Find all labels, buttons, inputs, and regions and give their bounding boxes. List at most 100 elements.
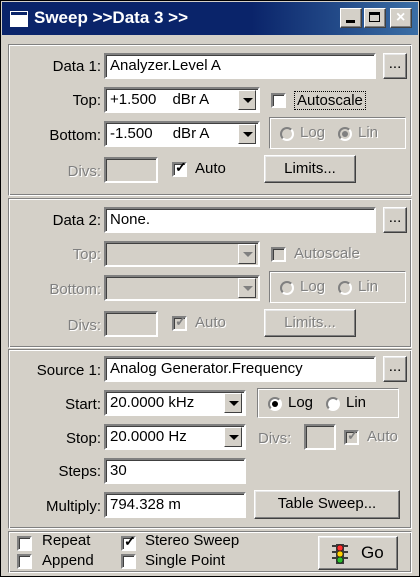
data1-autoscale-label: Autoscale (294, 91, 366, 110)
data1-bottom-value: -1.500 (110, 125, 153, 142)
window-icon (10, 11, 28, 27)
go-label: Go (361, 543, 384, 562)
data2-lin-radio[interactable] (338, 281, 352, 295)
data1-top-field[interactable]: +1.500 dBr A (104, 87, 260, 113)
data2-divs-input[interactable] (104, 311, 158, 337)
data2-log-label: Log (300, 278, 326, 295)
title-bar[interactable]: Sweep >>Data 3 >> × (2, 2, 418, 35)
data1-input[interactable]: Analyzer.Level A (104, 53, 376, 79)
single-point-label: Single Point (145, 552, 226, 569)
data1-divs-label: Divs: (67, 163, 101, 180)
data1-bottom-unit-dropdown[interactable] (238, 124, 256, 144)
data2-label: Data 2: (52, 212, 101, 229)
source1-lin-radio[interactable] (326, 397, 340, 411)
source1-steps-label: Steps: (58, 463, 101, 480)
data2-autoscale-label: Autoscale (294, 245, 360, 262)
data1-panel: Data 1: Analyzer.Level A ... Top: +1.500… (8, 44, 412, 196)
source1-stop-label: Stop: (65, 430, 101, 447)
source1-input[interactable]: Analog Generator.Frequency (104, 356, 376, 382)
data2-bottom-unit-dropdown[interactable] (238, 278, 256, 298)
source1-start-dropdown[interactable] (224, 393, 242, 413)
source1-scale-group: Log Lin (257, 388, 399, 418)
source1-log-label: Log (288, 394, 314, 411)
minimize-button[interactable] (340, 8, 362, 28)
repeat-label: Repeat (42, 532, 91, 549)
data1-bottom-label: Bottom: (49, 127, 101, 144)
source1-log-radio[interactable] (268, 397, 282, 411)
data2-panel: Data 2: None. ... Top: Autoscale Bottom:… (8, 198, 412, 348)
checkmark-icon: ✓ (175, 313, 187, 329)
checkmark-icon: ✓ (124, 533, 136, 549)
data2-top-field[interactable] (104, 241, 260, 267)
minimize-icon (346, 20, 355, 23)
data2-bottom-label: Bottom: (49, 281, 101, 298)
data1-bottom-unit: dBr A (172, 125, 210, 142)
source1-stop-field[interactable]: 20.0000 Hz (104, 424, 246, 450)
data2-input[interactable]: None. (104, 207, 376, 233)
options-panel: Repeat ✓ Stereo Sweep Append Single Poin… (8, 531, 412, 573)
data2-divs-label: Divs: (67, 317, 101, 334)
source1-auto-checkbox[interactable]: ✓ (344, 427, 359, 445)
data1-top-unit-dropdown[interactable] (238, 90, 256, 110)
single-point-checkbox[interactable] (121, 554, 136, 569)
go-button[interactable]: Go (318, 536, 398, 570)
sweep-window: Sweep >>Data 3 >> × Data 1: Analyzer.Lev… (0, 0, 420, 577)
data2-auto-label: Auto (195, 314, 226, 331)
source1-browse-button[interactable]: ... (383, 356, 407, 382)
data1-top-label: Top: (72, 92, 101, 109)
stereo-sweep-checkbox[interactable]: ✓ (121, 533, 136, 551)
append-label: Append (42, 552, 94, 569)
window-title: Sweep >>Data 3 >> (34, 8, 189, 27)
data1-bottom-field[interactable]: -1.500 dBr A (104, 121, 260, 147)
radio-dot-icon (272, 401, 278, 407)
data2-scale-group: Log Lin (269, 271, 406, 303)
source1-divs-input[interactable] (304, 424, 336, 450)
data2-log-radio[interactable] (280, 281, 294, 295)
data2-bottom-field[interactable] (104, 275, 260, 301)
data2-auto-checkbox[interactable]: ✓ (172, 313, 187, 331)
data2-top-label: Top: (72, 246, 101, 263)
data1-log-label: Log (300, 124, 326, 141)
go-icon (332, 544, 348, 564)
source1-stop-dropdown[interactable] (224, 427, 242, 447)
data1-log-radio[interactable] (280, 127, 294, 141)
data1-auto-checkbox[interactable]: ✓ (172, 159, 187, 177)
maximize-icon (369, 12, 380, 22)
data1-limits-button[interactable]: Limits... (264, 155, 356, 183)
data1-label: Data 1: (52, 58, 101, 75)
source1-lin-label: Lin (346, 394, 367, 411)
source1-divs-label: Divs: (258, 430, 292, 447)
stereo-sweep-label: Stereo Sweep (145, 532, 240, 549)
close-icon: × (396, 9, 406, 26)
close-button[interactable]: × (390, 8, 412, 28)
source1-multiply-input[interactable]: 794.328 m (104, 492, 246, 518)
append-checkbox[interactable] (17, 554, 32, 569)
data2-limits-button[interactable]: Limits... (264, 309, 356, 337)
source1-start-value: 20.0000 kHz (110, 394, 195, 411)
data2-lin-label: Lin (358, 278, 379, 295)
data1-divs-input[interactable] (104, 157, 158, 183)
checkmark-icon: ✓ (347, 427, 359, 443)
data1-top-value: +1.500 (110, 91, 157, 108)
source1-auto-label: Auto (367, 428, 398, 445)
table-sweep-button[interactable]: Table Sweep... (254, 490, 400, 519)
data2-browse-button[interactable]: ... (383, 207, 407, 233)
source1-panel: Source 1: Analog Generator.Frequency ...… (8, 349, 412, 529)
source1-stop-value: 20.0000 Hz (110, 428, 187, 445)
checkmark-icon: ✓ (175, 159, 187, 175)
data1-browse-button[interactable]: ... (383, 53, 407, 79)
data1-scale-group: Log Lin (269, 117, 406, 149)
repeat-checkbox[interactable] (17, 536, 32, 551)
data1-lin-radio[interactable] (338, 127, 352, 141)
data1-lin-label: Lin (358, 124, 379, 141)
data2-top-unit-dropdown[interactable] (238, 244, 256, 264)
source1-multiply-label: Multiply: (45, 498, 101, 515)
source1-steps-input[interactable]: 30 (104, 458, 246, 484)
data1-autoscale-checkbox[interactable] (271, 93, 286, 108)
radio-dot-icon (342, 131, 348, 137)
source1-label: Source 1: (36, 362, 101, 379)
data2-autoscale-checkbox[interactable] (271, 247, 286, 262)
data1-top-unit: dBr A (172, 91, 210, 108)
source1-start-field[interactable]: 20.0000 kHz (104, 390, 246, 416)
maximize-button[interactable] (364, 8, 386, 28)
